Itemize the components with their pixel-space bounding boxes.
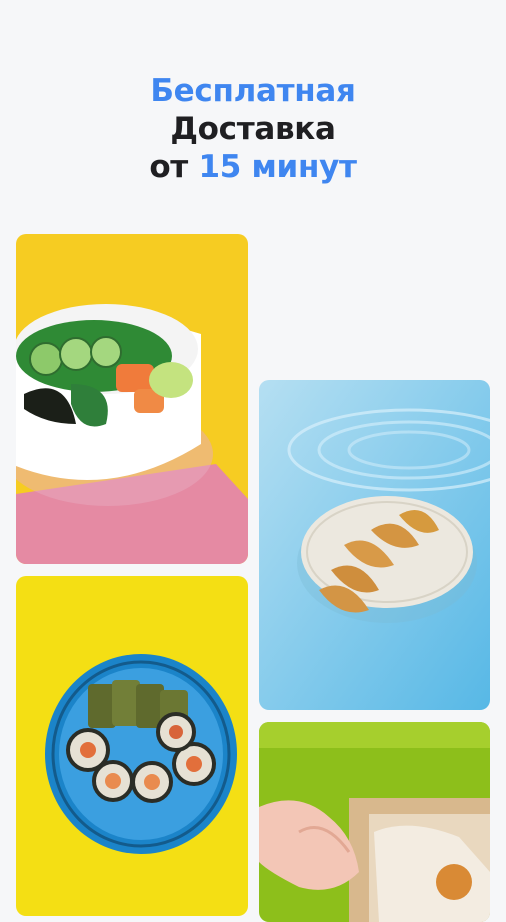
gyoza-photo <box>259 380 490 710</box>
gyoza-illustration <box>259 380 490 710</box>
takeaway-box-illustration <box>259 722 490 922</box>
sushi-rolls-photo <box>16 576 248 916</box>
promo-headline: Бесплатная Доставка от 15 минут <box>0 72 506 186</box>
headline-prefix: от <box>149 149 188 185</box>
headline-highlight: 15 минут <box>198 149 357 185</box>
headline-line-3: от 15 минут <box>0 148 506 186</box>
sushi-rolls-illustration <box>16 576 248 916</box>
takeaway-box-photo <box>259 722 490 922</box>
poke-bowl-illustration <box>16 234 248 564</box>
headline-line-2: Доставка <box>170 111 336 147</box>
headline-line-1: Бесплатная <box>150 73 356 109</box>
poke-bowl-photo <box>16 234 248 564</box>
